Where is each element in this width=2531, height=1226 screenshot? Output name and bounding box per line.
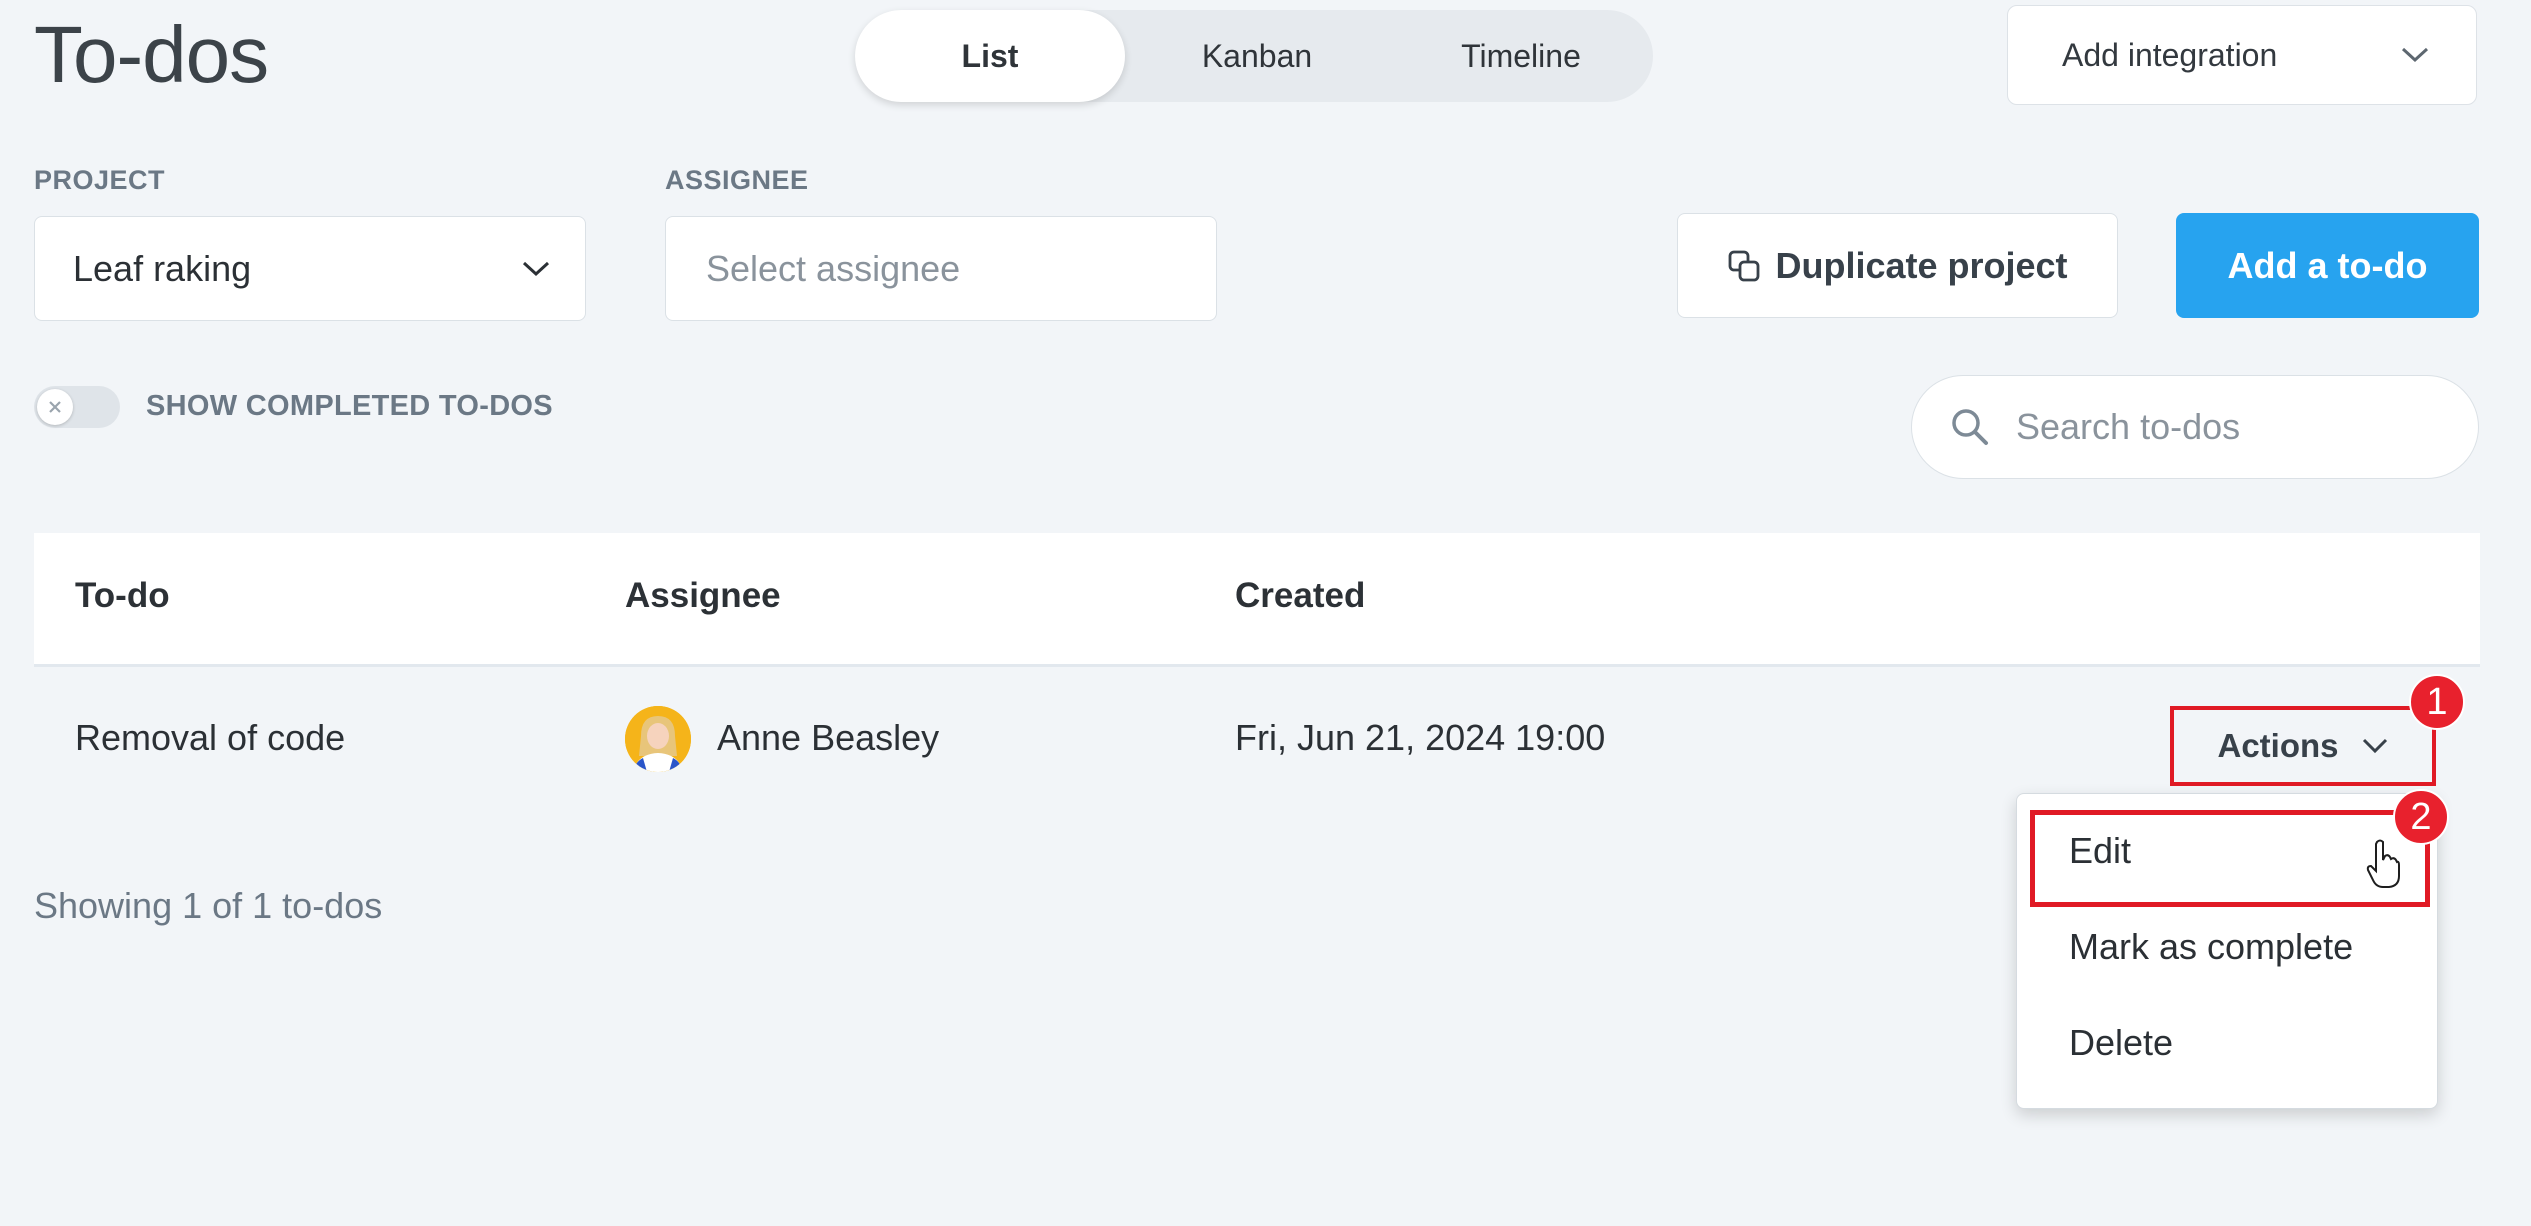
menu-item-mark-complete[interactable]: Mark as complete [2069, 926, 2353, 968]
hand-cursor-icon [2366, 839, 2400, 888]
column-header-assignee[interactable]: Assignee [625, 576, 781, 616]
duplicate-project-label: Duplicate project [1775, 244, 2068, 286]
avatar [625, 706, 691, 772]
project-label: PROJECT [34, 165, 166, 195]
project-value: Leaf raking [73, 247, 252, 289]
column-header-created[interactable]: Created [1235, 576, 1365, 616]
page-title: To-dos [34, 10, 269, 99]
view-switcher: List Kanban Timeline [855, 10, 1653, 102]
toggle-knob [37, 389, 73, 425]
chevron-down-icon [522, 261, 550, 276]
assignee-label: ASSIGNEE [665, 165, 809, 195]
search-input[interactable] [2016, 406, 2436, 448]
show-completed-toggle[interactable] [34, 386, 120, 428]
add-integration-label: Add integration [2062, 36, 2278, 73]
chevron-down-icon [2362, 738, 2387, 754]
created-date: Fri, Jun 21, 2024 19:00 [1235, 717, 1606, 758]
annotation-badge-1: 1 [2409, 674, 2465, 730]
project-select[interactable]: Leaf raking [34, 216, 586, 321]
todo-count: Showing 1 of 1 to-dos [34, 885, 383, 926]
add-todo-button[interactable]: Add a to-do [2176, 213, 2479, 318]
duplicate-project-button[interactable]: Duplicate project [1677, 213, 2118, 318]
menu-item-edit[interactable]: Edit [2069, 830, 2131, 872]
search-box[interactable] [1911, 375, 2479, 479]
tab-list[interactable]: List [855, 10, 1125, 102]
actions-button[interactable]: Actions [2170, 706, 2436, 786]
table-header: To-do Assignee Created [34, 533, 2480, 667]
show-completed-label: SHOW COMPLETED TO-DOS [146, 390, 553, 422]
column-header-todo[interactable]: To-do [75, 576, 170, 616]
tab-kanban[interactable]: Kanban [1125, 10, 1389, 102]
add-integration-dropdown[interactable]: Add integration [2007, 5, 2477, 105]
annotation-badge-2: 2 [2393, 789, 2449, 845]
assignee-name: Anne Beasley [717, 717, 940, 758]
todos-page: To-dos List Kanban Timeline Add integrat… [0, 0, 2531, 1226]
todos-table: To-do Assignee Created Removal of code A… [34, 533, 2480, 818]
todo-title: Removal of code [75, 717, 346, 758]
tab-timeline[interactable]: Timeline [1389, 10, 1653, 102]
actions-label: Actions [2217, 727, 2339, 764]
chevron-down-icon [2401, 47, 2429, 63]
copy-icon [1729, 250, 1760, 281]
assignee-input[interactable] [706, 247, 1176, 290]
search-icon [1952, 409, 1988, 445]
menu-item-delete[interactable]: Delete [2069, 1022, 2173, 1064]
close-icon [49, 401, 61, 413]
assignee-select[interactable] [665, 216, 1217, 321]
